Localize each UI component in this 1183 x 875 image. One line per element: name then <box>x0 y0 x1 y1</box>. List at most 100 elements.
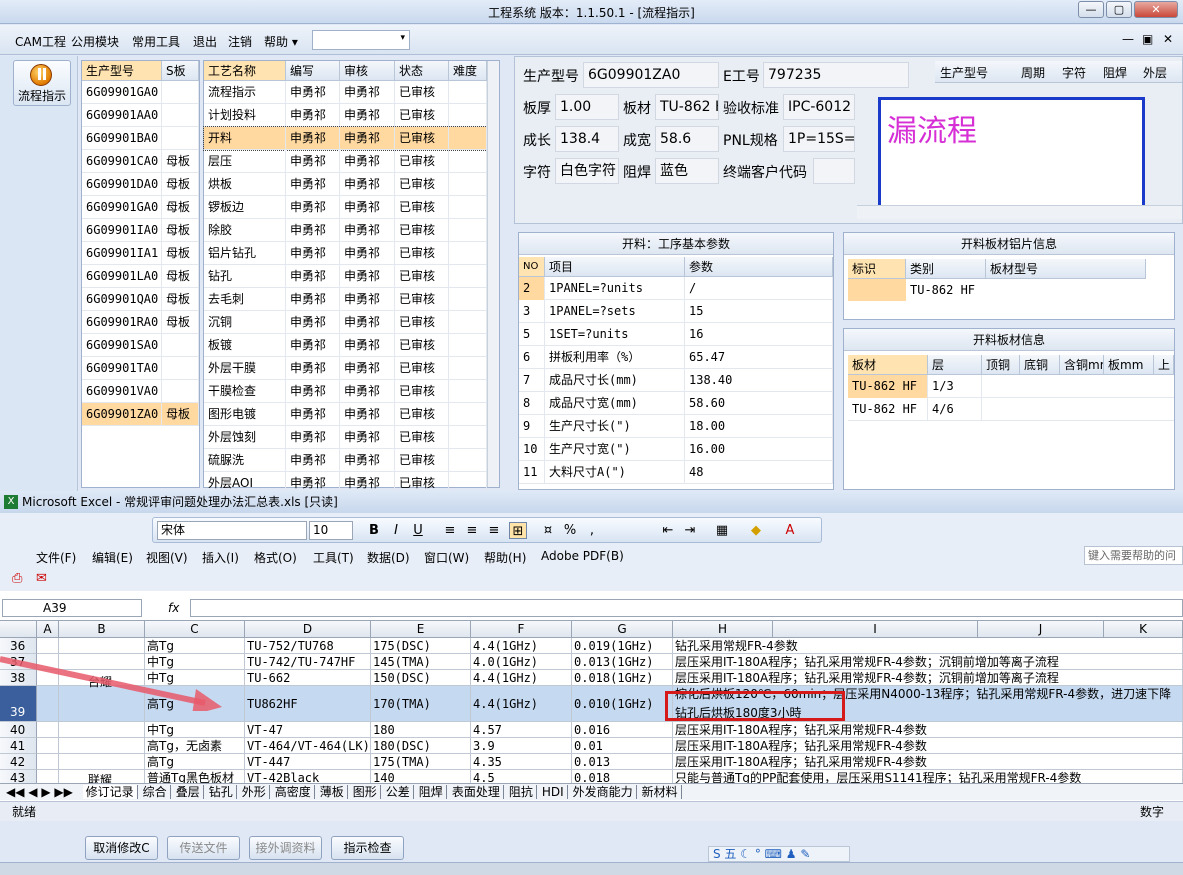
process-row[interactable]: 计划投料 申勇祁 申勇祁 已审核 <box>204 104 487 127</box>
sheet-cell[interactable]: 0.013 <box>572 754 673 770</box>
column-header[interactable]: K <box>1104 621 1183 638</box>
material-field[interactable]: TU-862 H <box>655 94 719 120</box>
sheet-cell[interactable]: 钻孔采用常规FR-4参数 <box>673 638 1183 654</box>
sheet-cell[interactable]: 高Tg，无卤素 <box>145 738 245 754</box>
column-header[interactable]: A <box>37 621 59 638</box>
column-header[interactable]: D <box>245 621 371 638</box>
sheet-cell[interactable]: 140 <box>371 770 471 783</box>
sheet-cell[interactable]: 175(DSC) <box>371 638 471 654</box>
bold-icon[interactable]: B <box>365 522 383 539</box>
process-row[interactable]: 开料 申勇祁 申勇祁 已审核 <box>203 126 488 151</box>
sheet-tab[interactable]: 阻焊 <box>415 785 447 799</box>
eno-field[interactable]: 797235 <box>763 62 909 88</box>
param-row[interactable]: 7 成品尺寸长(mm) 138.40 <box>519 369 833 392</box>
sheet-cell[interactable]: 150(DSC) <box>371 670 471 686</box>
alu-type-cell[interactable]: TU-862 HF <box>910 283 975 297</box>
fill-color-icon[interactable]: ◆ <box>747 522 765 539</box>
column-header[interactable]: F <box>471 621 572 638</box>
sheet-tab[interactable]: 表面处理 <box>448 785 504 799</box>
alu-row-selected[interactable] <box>848 279 906 301</box>
xl-menu-insert[interactable]: 插入(I) <box>202 549 239 566</box>
sheet-tab[interactable]: 综合 <box>139 785 171 799</box>
sheet-cell[interactable]: TU-742/TU-747HF <box>245 654 371 670</box>
process-row[interactable]: 图形电镀 申勇祁 申勇祁 已审核 <box>204 403 487 426</box>
model-row[interactable]: 6G09901VA0 <box>82 380 199 403</box>
formula-bar[interactable] <box>190 599 1183 617</box>
menu-common[interactable]: 公用模块 <box>71 33 119 50</box>
sheet-cell[interactable]: 普通Tg黑色板材 <box>145 770 245 783</box>
sheet-cell[interactable]: 175(TMA) <box>371 754 471 770</box>
param-row[interactable]: 11 大料尺寸A(") 48 <box>519 461 833 484</box>
sheet-cell[interactable]: 层压采用IT-180A程序；钻孔采用常规FR-4参数 <box>673 754 1183 770</box>
process-row[interactable]: 板镀 申勇祁 申勇祁 已审核 <box>204 334 487 357</box>
column-header[interactable]: C <box>145 621 245 638</box>
currency-icon[interactable]: ¤ <box>539 522 557 539</box>
tab-scroll-icon[interactable]: ◀◀ ◀ ▶ ▶▶ <box>0 785 79 799</box>
align-center-icon[interactable]: ≡ <box>463 522 481 539</box>
process-row[interactable]: 铝片钻孔 申勇祁 申勇祁 已审核 <box>204 242 487 265</box>
board-material-header[interactable]: 板材 <box>848 355 928 375</box>
mask-field[interactable]: 蓝色 <box>655 158 719 184</box>
sheet-cell[interactable]: VT-42Black <box>245 770 371 783</box>
process-row[interactable]: 硫脲洗 申勇祁 申勇祁 已审核 <box>204 449 487 472</box>
mdi-restore[interactable]: ▣ <box>1142 32 1153 46</box>
board-up-header[interactable]: 上 <box>1154 355 1174 375</box>
sheet-cell[interactable]: VT-447 <box>245 754 371 770</box>
process-row[interactable]: 干膜检查 申勇祁 申勇祁 已审核 <box>204 380 487 403</box>
right-period-header[interactable]: 周期 <box>1021 64 1045 81</box>
row-header[interactable]: 43 <box>0 770 37 783</box>
row-header[interactable]: 40 <box>0 722 37 738</box>
right-char-header[interactable]: 字符 <box>1062 64 1086 81</box>
sheet-cell[interactable]: 0.019(1GHz) <box>572 638 673 654</box>
process-name-header[interactable]: 工艺名称 <box>204 61 286 81</box>
sheet-cell[interactable]: 0.018 <box>572 770 673 783</box>
process-row[interactable]: 沉铜 申勇祁 申勇祁 已审核 <box>204 311 487 334</box>
model-header[interactable]: 生产型号 <box>82 61 162 81</box>
column-header[interactable]: H <box>673 621 773 638</box>
param-row[interactable]: 2 1PANEL=?units / <box>519 277 833 300</box>
mdi-close[interactable]: ✕ <box>1163 32 1173 46</box>
sheet-cell[interactable]: 只能与普通Tg的PP配套使用，层压采用S1141程序；钻孔采用常规FR-4参数 <box>673 770 1183 783</box>
menu-cam[interactable]: CAM工程 <box>15 33 66 50</box>
sheet-cell[interactable] <box>59 754 145 770</box>
param-row[interactable]: 9 生产尺寸长(") 18.00 <box>519 415 833 438</box>
right-model-header[interactable]: 生产型号 <box>940 64 988 81</box>
difficulty-header[interactable]: 难度 <box>449 61 487 81</box>
sheet-cell[interactable]: 4.4(1GHz) <box>471 670 572 686</box>
sheet-cell[interactable]: 3.9 <box>471 738 572 754</box>
receive-external-button[interactable]: 接外调资料 <box>249 836 322 860</box>
comma-icon[interactable]: , <box>583 522 601 539</box>
sheet-cell[interactable]: 0.018(1GHz) <box>572 670 673 686</box>
board-top-cu-header[interactable]: 顶铜 <box>982 355 1020 375</box>
model-row[interactable]: 6G09901AA0 <box>82 104 199 127</box>
process-scrollbar[interactable] <box>487 61 499 487</box>
process-row[interactable]: 流程指示 申勇祁 申勇祁 已审核 <box>204 81 487 104</box>
board-mm-header[interactable]: 板mm <box>1104 355 1154 375</box>
sheet-tab[interactable]: 外发商能力 <box>569 785 637 799</box>
sheet-cell[interactable] <box>37 770 59 783</box>
xl-menu-pdf[interactable]: Adobe PDF(B) <box>541 549 624 563</box>
right-outer-header[interactable]: 外层 <box>1143 64 1167 81</box>
sheet-cell[interactable]: 0.016 <box>572 722 673 738</box>
sheet-tab[interactable]: 图形 <box>349 785 381 799</box>
sheet-tab[interactable]: 高密度 <box>271 785 315 799</box>
column-header[interactable]: E <box>371 621 471 638</box>
sheet-cell[interactable]: 4.0(1GHz) <box>471 654 572 670</box>
xl-menu-data[interactable]: 数据(D) <box>367 549 410 566</box>
sheet-cell[interactable] <box>37 722 59 738</box>
menu-exit[interactable]: 退出 <box>193 33 217 50</box>
column-header[interactable]: I <box>773 621 978 638</box>
borders-icon[interactable]: ▦ <box>713 522 731 539</box>
sheet-cell[interactable]: 0.01 <box>572 738 673 754</box>
sheet-cell[interactable]: 层压采用IT-180A程序；钻孔采用常规FR-4参数 <box>673 722 1183 738</box>
sheet-cell[interactable]: TU-662 <box>245 670 371 686</box>
note-hscrollbar[interactable] <box>857 205 1182 219</box>
sheet-cell[interactable]: VT-47 <box>245 722 371 738</box>
column-header[interactable]: B <box>59 621 145 638</box>
menu-logout[interactable]: 注销 <box>228 33 252 50</box>
author-header[interactable]: 编写 <box>286 61 340 81</box>
process-row[interactable]: 层压 申勇祁 申勇祁 已审核 <box>204 150 487 173</box>
sheet-cell[interactable]: VT-464/VT-464(LK) <box>245 738 371 754</box>
param-row[interactable]: 3 1PANEL=?sets 15 <box>519 300 833 323</box>
sheet-cell[interactable]: 4.4(1GHz) <box>471 638 572 654</box>
